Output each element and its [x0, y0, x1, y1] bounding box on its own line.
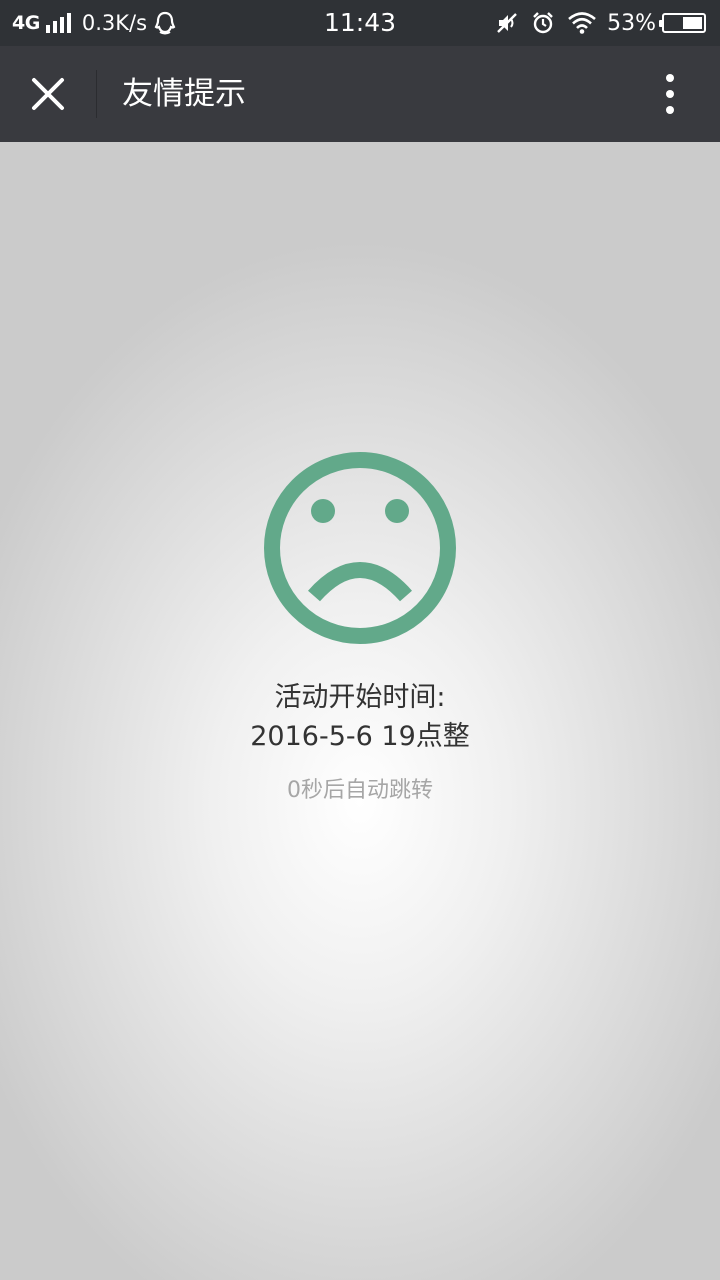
screen: 4G 0.3K/s 11:43 53% 友情提示 活动开始时间: 2016-5-…: [0, 0, 720, 1280]
redirect-countdown: 0秒后自动跳转: [287, 778, 433, 803]
content-area: 活动开始时间: 2016-5-6 19点整 0秒后自动跳转: [0, 142, 720, 1280]
close-button[interactable]: [0, 46, 96, 142]
close-icon: [32, 78, 64, 110]
qq-icon: [154, 11, 176, 35]
activity-start-time: 2016-5-6 19点整: [250, 721, 470, 752]
activity-start-label: 活动开始时间:: [274, 682, 446, 713]
title-bar: 友情提示: [0, 46, 720, 142]
title-divider: [96, 70, 97, 118]
battery-level: [683, 17, 702, 29]
more-button[interactable]: [634, 46, 706, 142]
sad-face-icon: [264, 452, 456, 644]
alarm-icon: [531, 11, 555, 35]
status-bar: 4G 0.3K/s 11:43 53%: [0, 0, 720, 46]
status-left: 4G 0.3K/s: [12, 0, 176, 46]
wifi-icon: [567, 12, 597, 34]
battery-icon: [659, 13, 706, 33]
status-right: 53%: [483, 0, 706, 46]
network-speed: 0.3K/s: [81, 11, 148, 35]
mute-icon: [495, 11, 519, 35]
battery-percent: 53%: [607, 10, 656, 36]
signal-icon: [45, 13, 74, 33]
more-vertical-icon: [666, 74, 674, 114]
network-type: 4G: [12, 12, 40, 34]
page-title: 友情提示: [122, 76, 246, 112]
